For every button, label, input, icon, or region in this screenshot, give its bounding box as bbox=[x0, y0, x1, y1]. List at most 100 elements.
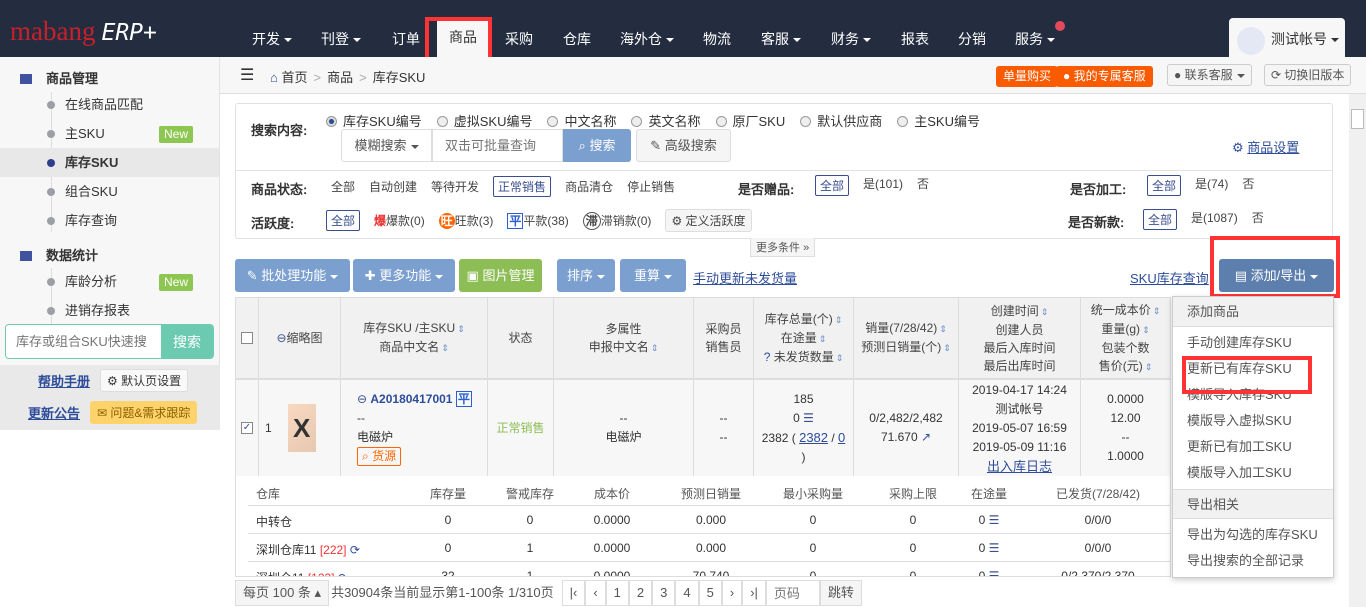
announce-link[interactable]: 更新公告 bbox=[28, 403, 80, 422]
sku-link[interactable]: A20180417001 bbox=[370, 392, 452, 406]
unshipped-link[interactable]: 2382 bbox=[799, 430, 828, 445]
header-sku[interactable]: 库存SKU /主SKU ⇕ 商品中文名 ⇕ bbox=[341, 298, 488, 378]
help-link[interactable]: 帮助手册 bbox=[38, 371, 90, 390]
stock-log-link[interactable]: 出入库日志 bbox=[987, 457, 1052, 476]
activity-all[interactable]: 全部 bbox=[326, 210, 361, 231]
menu-item-export-all[interactable]: 导出搜索的全部记录 bbox=[1173, 548, 1333, 574]
menu-item-export-selected[interactable]: 导出为勾选的库存SKU bbox=[1173, 522, 1333, 548]
search-input[interactable] bbox=[432, 129, 563, 162]
radio-en-name[interactable]: 英文名称 bbox=[631, 111, 701, 130]
radio-factory-sku[interactable]: 原厂SKU bbox=[715, 111, 785, 130]
nav-overseas[interactable]: 海外仓 bbox=[620, 28, 674, 50]
menu-item-import-processing-sku[interactable]: 模版导入加工SKU bbox=[1173, 460, 1333, 486]
more-functions-button[interactable]: ✚ 更多功能 bbox=[353, 259, 455, 292]
scrollbar-thumb[interactable] bbox=[1351, 109, 1364, 129]
search-mode-dropdown[interactable]: 模糊搜索 bbox=[341, 129, 432, 162]
gift-yes[interactable]: 是(101) bbox=[863, 175, 903, 196]
nav-reports[interactable]: 报表 bbox=[901, 28, 929, 50]
header-attr[interactable]: 多属性 申报中文名 ⇕ bbox=[554, 298, 694, 378]
sidebar-item-combo-sku[interactable]: 组合SKU bbox=[0, 177, 219, 206]
recalc-button[interactable]: 重算 bbox=[620, 259, 686, 292]
refresh-icon[interactable]: ⟳ bbox=[350, 543, 360, 557]
next-page-button[interactable]: › bbox=[721, 580, 743, 606]
sidebar-item-online-match[interactable]: 在线商品匹配 bbox=[0, 90, 219, 119]
list-icon[interactable]: ☰ bbox=[989, 541, 1000, 555]
nav-warehouse[interactable]: 仓库 bbox=[563, 28, 591, 50]
switch-version-button[interactable]: ⟳ 切换旧版本 bbox=[1264, 64, 1352, 86]
sidebar-group-stats[interactable]: 数据统计 bbox=[20, 245, 98, 264]
page-4[interactable]: 4 bbox=[675, 580, 699, 606]
per-page-dropdown[interactable]: 每页 100 条 ▴ bbox=[235, 580, 330, 606]
product-thumbnail[interactable]: X bbox=[287, 404, 316, 452]
sidebar-item-stock-query[interactable]: 库存查询 bbox=[0, 206, 219, 235]
status-auto[interactable]: 自动创建 bbox=[369, 178, 417, 195]
nav-distribution[interactable]: 分销 bbox=[958, 28, 986, 50]
radio-main-sku[interactable]: 主SKU编号 bbox=[897, 111, 980, 130]
header-thumb[interactable]: ⊖ 缩略图 bbox=[259, 298, 341, 378]
page-2[interactable]: 2 bbox=[628, 580, 653, 606]
breadcrumb-products[interactable]: 商品 bbox=[327, 70, 353, 85]
nav-listing[interactable]: 刊登 bbox=[321, 28, 361, 50]
radio-virtual-sku[interactable]: 虚拟SKU编号 bbox=[436, 111, 532, 130]
processing-all[interactable]: 全部 bbox=[1147, 175, 1182, 196]
table-row[interactable]: ✓ 1X ⊖ A20180417001 平 -- 电磁炉 ⌕ 货源 正常销售 -- 电磁… bbox=[236, 380, 1170, 476]
sidebar-item-stock-age[interactable]: 库龄分析 New bbox=[0, 267, 219, 296]
sidebar-item-stock-sku[interactable]: 库存SKU bbox=[0, 148, 219, 177]
collapse-sidebar-icon[interactable]: ☰ bbox=[240, 65, 254, 85]
status-clearance[interactable]: 商品清仓 bbox=[565, 178, 613, 195]
page-1[interactable]: 1 bbox=[605, 580, 629, 606]
advanced-search-button[interactable]: ✎ 高级搜索 bbox=[636, 129, 731, 162]
list-icon[interactable]: ☰ bbox=[803, 411, 814, 425]
quick-search-button[interactable]: 搜索 bbox=[161, 325, 213, 358]
list-icon[interactable]: ☰ bbox=[989, 569, 1000, 576]
nav-orders[interactable]: 订单 bbox=[392, 28, 420, 50]
update-unshipped-link[interactable]: 手动更新未发货量 bbox=[693, 268, 797, 287]
sidebar-group-products[interactable]: 商品管理 bbox=[20, 68, 98, 87]
gift-no[interactable]: 否 bbox=[917, 175, 929, 196]
list-icon[interactable]: ☰ bbox=[989, 513, 1000, 527]
prev-page-button[interactable]: ‹ bbox=[585, 580, 606, 606]
header-time[interactable]: 创建时间 ⇕ 创建人员 最后入库时间 最后出库时间 bbox=[959, 298, 1081, 378]
status-pending[interactable]: 等待开发 bbox=[431, 178, 479, 195]
batch-button[interactable]: ✎ 批处理功能 bbox=[235, 259, 350, 292]
activity-popular[interactable]: 旺旺款(3) bbox=[438, 212, 493, 229]
status-all[interactable]: 全部 bbox=[331, 178, 355, 195]
sidebar-item-inventory-report[interactable]: 进销存报表 bbox=[0, 296, 219, 325]
processing-yes[interactable]: 是(74) bbox=[1195, 175, 1228, 196]
contact-service-button[interactable]: ● 联系客服 bbox=[1167, 64, 1252, 86]
default-page-button[interactable]: ⚙ 默认页设置 bbox=[100, 369, 189, 392]
menu-item-create-sku[interactable]: 手动创建库存SKU bbox=[1173, 330, 1333, 356]
nav-finance[interactable]: 财务 bbox=[831, 28, 871, 50]
page-3[interactable]: 3 bbox=[652, 580, 676, 606]
sku-stock-query-link[interactable]: SKU库存查询 bbox=[1130, 268, 1209, 287]
page-number-input[interactable] bbox=[765, 580, 820, 606]
radio-cn-name[interactable]: 中文名称 bbox=[547, 111, 616, 130]
sidebar-item-main-sku[interactable]: 主SKU New bbox=[0, 119, 219, 148]
new-yes[interactable]: 是(1087) bbox=[1191, 209, 1238, 230]
radio-stock-sku[interactable]: 库存SKU编号 bbox=[326, 111, 422, 130]
activity-normal[interactable]: 平平款(38) bbox=[507, 212, 569, 229]
first-page-button[interactable]: |‹ bbox=[561, 580, 586, 606]
product-settings-link[interactable]: ⚙ 商品设置 bbox=[1232, 137, 1299, 156]
new-all[interactable]: 全部 bbox=[1143, 209, 1178, 230]
logo[interactable]: mabang ERP+ bbox=[10, 16, 157, 47]
status-normal[interactable]: 正常销售 bbox=[493, 176, 552, 197]
header-cost[interactable]: 统一成本价 ⇕ 重量(g) ⇕ 包装个数 售价(元) ⇕ bbox=[1081, 298, 1170, 378]
header-stock[interactable]: 库存总量(个) ⇕ 在途量 ⇕? 未发货数量 ⇕ bbox=[754, 298, 854, 378]
activity-hot[interactable]: 爆爆款(0) bbox=[374, 212, 425, 229]
last-page-button[interactable]: ›| bbox=[742, 580, 766, 606]
go-button[interactable]: 跳转 bbox=[819, 580, 862, 606]
gift-all[interactable]: 全部 bbox=[815, 175, 850, 196]
scrollbar[interactable] bbox=[1349, 94, 1366, 607]
search-button[interactable]: ⌕ 搜索 bbox=[563, 129, 631, 162]
breadcrumb-home[interactable]: 首页 bbox=[281, 70, 307, 85]
more-conditions-button[interactable]: 更多条件 » bbox=[750, 238, 816, 257]
user-menu[interactable]: 测试帐号 bbox=[1229, 18, 1345, 57]
image-manage-button[interactable]: ▣ 图片管理 bbox=[459, 259, 542, 292]
row-checkbox[interactable]: ✓ bbox=[236, 380, 259, 476]
menu-item-update-processing-sku[interactable]: 更新已有加工SKU bbox=[1173, 434, 1333, 460]
source-button[interactable]: ⌕ 货源 bbox=[357, 447, 402, 466]
feedback-button[interactable]: ✉ 问题&需求跟踪 bbox=[90, 401, 198, 424]
nav-develop[interactable]: 开发 bbox=[252, 28, 292, 50]
new-no[interactable]: 否 bbox=[1252, 209, 1264, 230]
